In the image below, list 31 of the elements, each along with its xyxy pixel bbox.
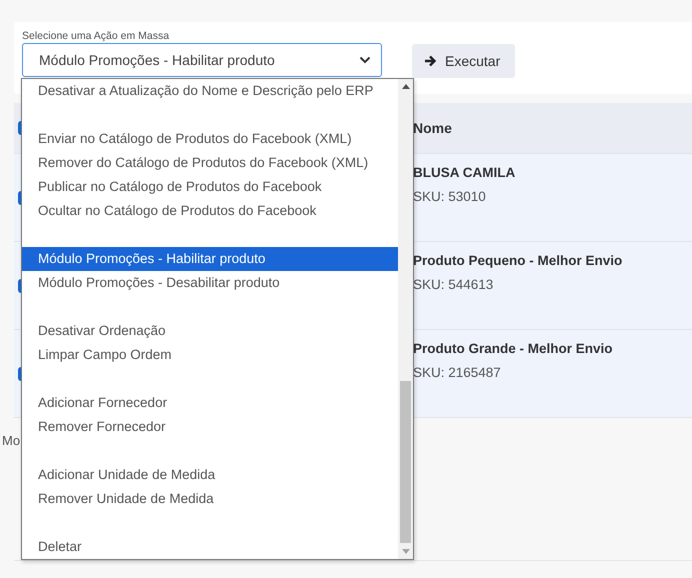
column-header: Nome <box>413 120 452 136</box>
scrollbar-thumb[interactable] <box>400 381 411 543</box>
dropdown-option[interactable]: Adicionar Unidade de Medida <box>22 463 398 487</box>
dropdown-option[interactable]: Publicar no Catálogo de Produtos do Facebook <box>22 175 398 199</box>
execute-button[interactable]: Executar <box>412 44 515 78</box>
chevron-down-icon <box>359 56 371 64</box>
product-name: Produto Grande - Melhor Envio <box>413 341 613 356</box>
dropdown-option[interactable]: Desativar a Atualização do Nome e Descrição pelo ERP <box>22 79 398 103</box>
product-name: Produto Pequeno - Melhor Envio <box>413 253 622 268</box>
dropdown-option[interactable]: Ocultar no Catálogo de Produtos do Facebook <box>22 199 398 223</box>
dropdown-option[interactable]: Desativar Ordenação <box>22 319 398 343</box>
dropdown-option[interactable]: Remover Unidade de Medida <box>22 487 398 511</box>
product-sku: SKU: 544613 <box>413 277 494 292</box>
dropdown-option[interactable]: Adicionar Fornecedor <box>22 391 398 415</box>
footer-text: Mo <box>2 432 20 448</box>
dropdown-option[interactable]: Módulo Promoções - Habilitar produto <box>22 247 398 271</box>
field-label: Selecione uma Ação em Massa <box>22 30 170 43</box>
arrow-right-icon <box>424 55 437 67</box>
dropdown-option[interactable]: Módulo Promoções - Desabilitar produto <box>22 271 398 295</box>
product-sku: SKU: 2165487 <box>413 365 502 380</box>
product-name: BLUSA CAMILA <box>413 165 516 180</box>
dropdown-option[interactable]: Remover do Catálogo de Produtos do Facebook (XML) <box>22 151 398 175</box>
product-sku: SKU: 53010 <box>413 189 487 204</box>
dropdown-option[interactable]: Limpar Campo Ordem <box>22 343 398 367</box>
action-select[interactable]: Módulo Promoções - Habilitar produto <box>22 43 382 77</box>
dropdown-option[interactable]: Remover Fornecedor <box>22 415 398 439</box>
scrollbar[interactable] <box>398 79 413 559</box>
scroll-down-icon[interactable] <box>402 549 410 554</box>
dropdown-option[interactable]: Enviar no Catálogo de Produtos do Facebook (XML) <box>22 127 398 151</box>
dropdown-option[interactable]: Deletar <box>22 535 398 559</box>
scroll-up-icon[interactable] <box>402 84 410 89</box>
